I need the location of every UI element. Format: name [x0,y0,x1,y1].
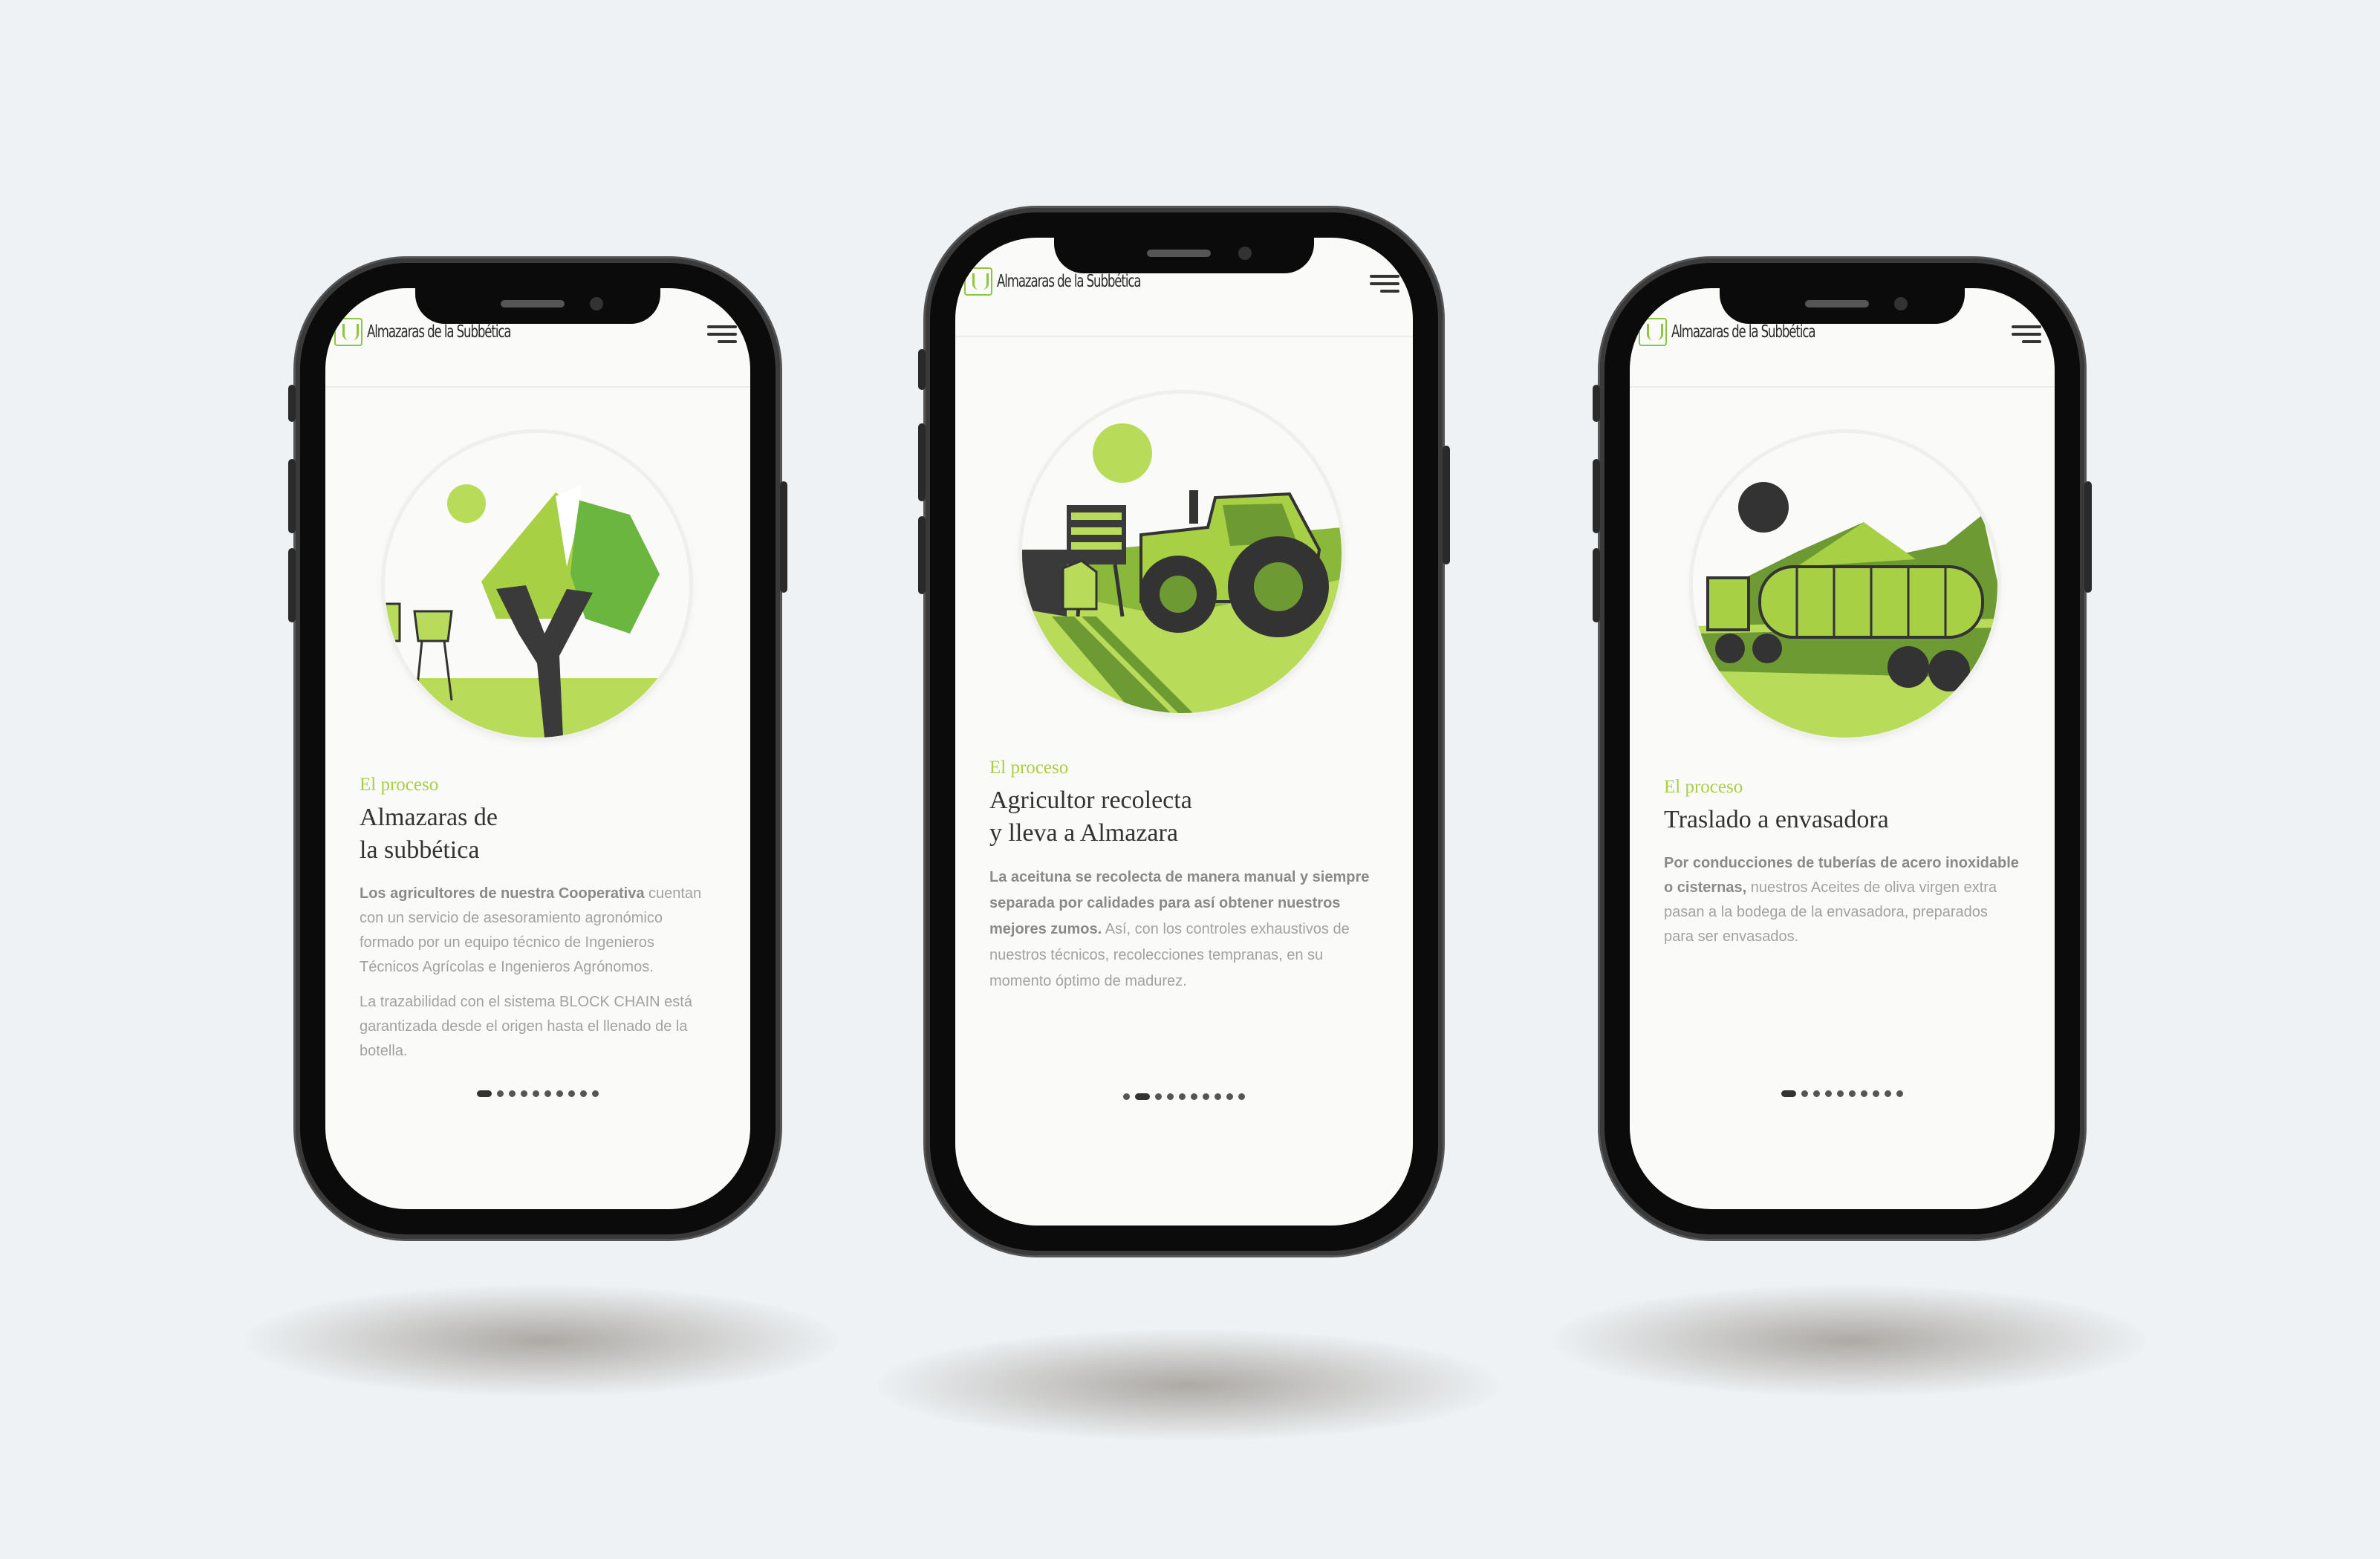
pagination-dot-active[interactable] [1135,1093,1150,1100]
olive-logo-icon [334,318,362,346]
pagination-dot[interactable] [568,1090,575,1097]
slide-description: La aceituna se recolecta de manera manua… [989,869,1370,989]
pagination-dot[interactable] [1155,1093,1162,1100]
phone-screen: Almazaras de la Subbética El proceso Alm… [325,288,750,1209]
section-kicker: El proceso [989,758,1069,778]
phone-shadow-center [877,1329,1500,1441]
carousel-pagination[interactable] [1630,1090,2055,1097]
carousel-pagination[interactable] [955,1093,1413,1100]
pagination-dot-active[interactable] [477,1090,492,1097]
pagination-dot[interactable] [1238,1093,1245,1100]
pagination-dot[interactable] [544,1090,551,1097]
slide-content: El proceso Agricultor recolecta y lleva … [989,758,1379,1005]
pagination-dot[interactable] [497,1090,504,1097]
phone-notch [1720,288,1965,324]
section-kicker: El proceso [1664,777,1743,797]
pagination-dot[interactable] [1801,1090,1808,1097]
phone-shadow-left [245,1285,839,1396]
pagination-dot[interactable] [1896,1090,1903,1097]
pagination-dot[interactable] [592,1090,599,1097]
pagination-dot[interactable] [1215,1093,1221,1100]
pagination-dot[interactable] [1191,1093,1197,1100]
slide-content: El proceso Almazaras de la subbética Los… [360,775,716,1074]
slide-content: El proceso Traslado a envasadora Por con… [1664,777,2020,960]
phone-screen: Almazaras de la Subbética [1630,288,2055,1209]
phone-notch [1054,238,1314,273]
pagination-dot[interactable] [1203,1093,1209,1100]
phone-mockup-left: Almazaras de la Subbética El proceso Alm… [288,258,787,1239]
pagination-dot[interactable] [1873,1090,1879,1097]
phone-shadow-right [1552,1285,2147,1396]
pagination-dot[interactable] [1885,1090,1891,1097]
pagination-dot[interactable] [1123,1093,1130,1100]
phone-mockup-center: Almazaras de la Subbética El proceso Agr… [918,208,1450,1255]
pagination-dot[interactable] [1167,1093,1174,1100]
hamburger-menu-icon[interactable] [707,325,737,346]
pagination-dot[interactable] [1861,1090,1867,1097]
illustration-tanker-truck [1693,433,1997,738]
slide-title: Agricultor recolecta y lleva a Almazara [989,787,1192,847]
slide-title: Traslado a envasadora [1664,806,1889,833]
slide-title: Almazaras de la subbética [360,804,498,864]
slide-description: Por conducciones de tuberías de acero in… [1664,855,2019,945]
illustration-tree [385,433,689,738]
section-kicker: El proceso [360,775,439,795]
pagination-dot[interactable] [509,1090,516,1097]
carousel-pagination[interactable] [325,1090,750,1097]
slide-description: Los agricultores de nuestra Cooperativa … [360,885,702,1059]
pagination-dot[interactable] [521,1090,527,1097]
pagination-dot[interactable] [1179,1093,1186,1100]
pagination-dot-active[interactable] [1781,1090,1796,1097]
hamburger-menu-icon[interactable] [2012,325,2041,346]
illustration-tractor [1022,394,1342,713]
hamburger-menu-icon[interactable] [1370,275,1399,296]
pagination-dot[interactable] [1837,1090,1844,1097]
brand-name: Almazaras de la Subbética [1671,322,1816,342]
pagination-dot[interactable] [1849,1090,1856,1097]
pagination-dot[interactable] [1813,1090,1820,1097]
phone-screen: Almazaras de la Subbética [955,238,1413,1226]
olive-logo-icon [1639,318,1667,346]
brand-name: Almazaras de la Subbética [997,272,1142,291]
brand-name: Almazaras de la Subbética [367,322,512,342]
pagination-dot[interactable] [580,1090,587,1097]
pagination-dot[interactable] [533,1090,539,1097]
pagination-dot[interactable] [1825,1090,1832,1097]
phone-mockup-right: Almazaras de la Subbética El proceso Tra… [1593,258,2092,1239]
pagination-dot[interactable] [1226,1093,1233,1100]
phone-notch [415,288,660,324]
pagination-dot[interactable] [556,1090,563,1097]
olive-logo-icon [964,267,992,296]
